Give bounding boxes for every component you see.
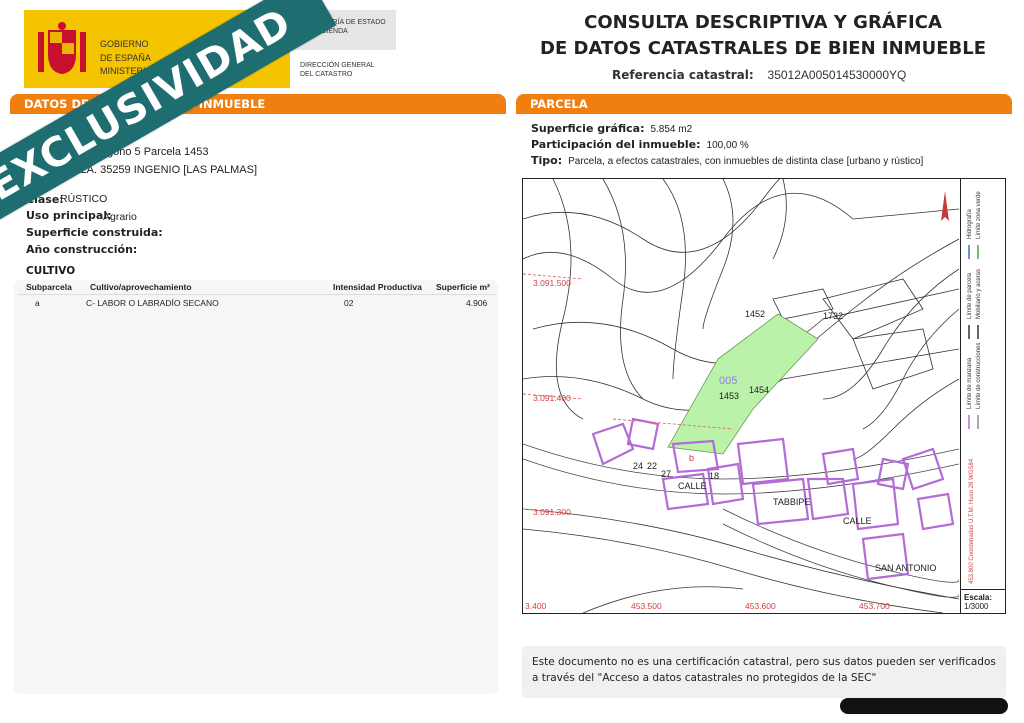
coord-y-3091300: 3.091.300 [533,507,571,517]
map-label-calle2: CALLE [843,516,872,526]
map-label-b: b [689,453,694,463]
legend-manzana: Límite de manzana [967,357,973,409]
map-label-1454: 1454 [749,385,769,395]
uso-label: Uso principal: [26,209,112,222]
north-arrow-icon [941,191,949,221]
legend-hidrografia: Hidrografía [967,209,973,239]
title-line1: CONSULTA DESCRIPTIVA Y GRÁFICA [584,12,942,33]
map-legend: Límite de manzana Límite de construccion… [960,179,1005,589]
map-label-tabbipe: TABBIPE [773,497,810,507]
map-label-san-antonio: SAN ANTONIO [875,563,936,573]
superficie-grafica-row: Superficie gráfica: 5.854 m2 [531,122,692,135]
coord-x-3400: 3.400 [525,601,547,611]
coat-of-arms-icon [38,22,86,74]
legend-coordinates: 453.800 Coordenadas U.T.M. Huso 28 WGS84 [969,458,975,584]
map-scale: Escala: 1/3000 [960,589,1005,613]
map-label-22: 22 [647,461,657,471]
location-line2: BILLA. 35259 INGENIO [LAS PALMAS] [64,164,257,176]
redaction-bar [840,698,1008,714]
table-cell-superficie: 4.906 [466,298,488,308]
table-cell-cultivo: C- LABOR O LABRADÍO SECANO [86,298,219,308]
parcel-1453-shape [667,313,819,455]
legend-parcela: Límite de parcela [967,272,973,319]
map-label-1453: 1453 [719,391,739,401]
coord-y-3091500: 3.091.500 [533,278,571,288]
parcela-header: PARCELA [516,94,1012,114]
direccion-line2: DEL CATASTRO [300,71,353,79]
cultivo-title: CULTIVO [26,265,76,277]
coord-y-3091400: 3.091.400 [533,393,571,403]
reference-label: Referencia catastral: [612,68,754,82]
table-header-subparcela: Subparcela [26,282,72,292]
clase-value: RÚSTICO [60,193,108,205]
legend-zona-verde: Límite zona verde [976,191,982,239]
scale-value: 1/3000 [964,602,989,611]
map-label-27: 27 [661,469,671,479]
map-label-005: 005 [719,375,737,387]
table-header-cultivo: Cultivo/aprovechamiento [90,282,192,292]
page-title: CONSULTA DESCRIPTIVA Y GRÁFICA DE DATOS … [540,10,986,62]
map-label-1452: 1452 [745,309,765,319]
direccion-line1: DIRECCIÓN GENERAL [300,62,375,69]
table-header-superficie: Superficie m² [436,282,490,292]
superficie-grafica-label: Superficie gráfica: [531,122,645,135]
tipo-value: Parcela, a efectos catastrales, con inmu… [568,156,924,167]
table-cell-subparcela: a [35,298,40,308]
title-line2: DE DATOS CATASTRALES DE BIEN INMUEBLE [540,38,986,59]
map-label-18: 18 [709,471,719,481]
participacion-row: Participación del inmueble: 100,00 % [531,138,749,151]
tipo-label: Tipo: [531,154,563,167]
cadastral-map: 1452 1732 1453 1454 18 24 22 27 CALLE TA… [522,178,1006,614]
legend-mobiliario: Mobiliario y aceras [976,269,982,319]
superficie-construida-label: Superficie construida: [26,226,163,239]
superficie-grafica-value: 5.854 m2 [650,124,693,135]
anio-construccion-label: Año construcción: [26,243,138,256]
table-cell-intensidad: 02 [344,298,354,308]
table-divider [18,294,496,295]
scale-label: Escala: [964,593,993,602]
map-drawing: 1452 1732 1453 1454 18 24 22 27 CALLE TA… [523,179,959,613]
coord-x-453600: 453.600 [745,601,776,611]
reference-line: Referencia catastral: 35012A005014530000… [612,68,906,82]
coord-x-453700: 453.700 [859,601,890,611]
tipo-row: Tipo: Parcela, a efectos catastrales, con… [531,154,923,167]
direccion-box: DIRECCIÓN GENERAL DEL CATASTRO [290,56,396,84]
table-header-intensidad: Intensidad Productiva [333,282,422,292]
legend-construcciones: Límite de construcciones [976,343,982,409]
cultivo-table-panel [14,280,498,694]
map-label-24: 24 [633,461,643,471]
participacion-label: Participación del inmueble: [531,138,701,151]
map-label-1732: 1732 [823,311,843,321]
participacion-value: 100,00 % [706,140,749,151]
disclaimer-notice: Este documento no es una certificación c… [522,646,1006,698]
uso-value: Agrario [103,211,137,223]
reference-value: 35012A005014530000YQ [767,68,907,82]
coord-x-453500: 453.500 [631,601,662,611]
map-label-calle1: CALLE [678,481,707,491]
